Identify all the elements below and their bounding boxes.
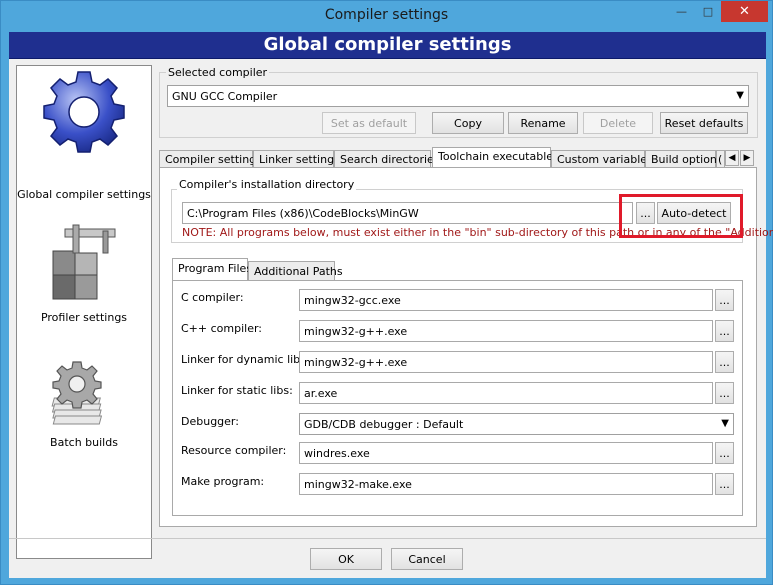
debugger-select-value: GDB/CDB debugger : Default [304, 418, 464, 431]
debugger-select[interactable]: GDB/CDB debugger : Default ▼ [299, 413, 734, 435]
highlight-box [619, 194, 743, 238]
tab-toolchain-executables[interactable]: Toolchain executables [432, 147, 559, 168]
linker-dynamic-label: Linker for dynamic libs: [181, 353, 310, 366]
header-title: Global compiler settings [263, 34, 512, 55]
make-program-label: Make program: [181, 475, 265, 488]
installation-directory-legend: Compiler's installation directory [177, 178, 357, 191]
window-title: Compiler settings [324, 7, 449, 23]
browse-cpp-compiler-button[interactable]: ... [715, 320, 734, 342]
selected-compiler-legend: Selected compiler [166, 66, 270, 79]
tab-program-files[interactable]: Program Files [172, 258, 252, 280]
tab-scroll-right-button[interactable]: ▶ [740, 150, 754, 166]
sidebar-item-label: Profiler settings [40, 311, 128, 324]
browse-resource-compiler-button[interactable]: ... [715, 442, 734, 464]
browse-linker-static-button[interactable]: ... [715, 382, 734, 404]
chevron-down-icon: ▼ [721, 418, 729, 429]
linker-static-label: Linker for static libs: [181, 384, 293, 397]
maximize-button[interactable]: □ [695, 1, 721, 22]
sidebar-item-global-compiler-settings[interactable]: Global compiler settings [17, 66, 151, 201]
arrow-right-icon: ▶ [743, 153, 751, 163]
compiler-select[interactable]: GNU GCC Compiler ▼ [167, 85, 749, 107]
sidebar-item-profiler-settings[interactable]: Profiler settings [17, 221, 151, 331]
tab-build-options[interactable]: Build options [645, 150, 723, 168]
reset-defaults-button[interactable]: Reset defaults [660, 112, 748, 134]
sidebar-item-label: Batch builds [50, 436, 118, 449]
bottom-separator [9, 538, 766, 539]
rename-button[interactable]: Rename [508, 112, 578, 134]
linker-static-input[interactable]: ar.exe [299, 382, 713, 404]
tab-additional-paths[interactable]: Additional Paths [248, 261, 343, 280]
resource-compiler-label: Resource compiler: [181, 444, 287, 457]
set-as-default-button[interactable]: Set as default [322, 112, 416, 134]
tab-overflow[interactable]: ( [716, 150, 725, 168]
gear-icon [39, 68, 129, 156]
close-button[interactable]: ✕ [721, 1, 768, 22]
title-bar[interactable]: Compiler settings — □ ✕ [1, 1, 772, 32]
linker-dynamic-input[interactable]: mingw32-g++.exe [299, 351, 713, 373]
sidebar: Global compiler settings Profiler settin… [16, 65, 152, 559]
browse-linker-dynamic-button[interactable]: ... [715, 351, 734, 373]
installation-directory-input[interactable]: C:\Program Files (x86)\CodeBlocks\MinGW [182, 202, 633, 224]
compiler-settings-window: Compiler settings — □ ✕ Global compiler … [0, 0, 773, 585]
batch-gears-icon [47, 358, 121, 430]
tab-search-directories[interactable]: Search directories [334, 150, 440, 168]
cpp-compiler-label: C++ compiler: [181, 322, 263, 335]
cpp-compiler-input[interactable]: mingw32-g++.exe [299, 320, 713, 342]
make-program-input[interactable]: mingw32-make.exe [299, 473, 713, 495]
profiler-icon [45, 221, 123, 305]
tab-linker-settings[interactable]: Linker settings [253, 150, 340, 168]
browse-c-compiler-button[interactable]: ... [715, 289, 734, 311]
c-compiler-label: C compiler: [181, 291, 244, 304]
chevron-down-icon: ▼ [736, 90, 744, 101]
tab-compiler-settings[interactable]: Compiler settings [159, 150, 262, 168]
cancel-button[interactable]: Cancel [391, 548, 463, 570]
tab-scroll-left-button[interactable]: ◀ [725, 150, 739, 166]
sidebar-item-batch-builds[interactable]: Batch builds [17, 358, 151, 468]
minimize-button[interactable]: — [668, 1, 695, 22]
tab-custom-variables[interactable]: Custom variables [551, 150, 653, 168]
debugger-label: Debugger: [181, 415, 239, 428]
copy-button[interactable]: Copy [432, 112, 504, 134]
header-band: Global compiler settings [9, 32, 766, 59]
delete-button[interactable]: Delete [583, 112, 653, 134]
compiler-select-value: GNU GCC Compiler [172, 90, 278, 103]
ok-button[interactable]: OK [310, 548, 382, 570]
resource-compiler-input[interactable]: windres.exe [299, 442, 713, 464]
browse-make-program-button[interactable]: ... [715, 473, 734, 495]
arrow-left-icon: ◀ [728, 153, 736, 163]
sidebar-item-label: Global compiler settings [17, 188, 151, 201]
c-compiler-input[interactable]: mingw32-gcc.exe [299, 289, 713, 311]
